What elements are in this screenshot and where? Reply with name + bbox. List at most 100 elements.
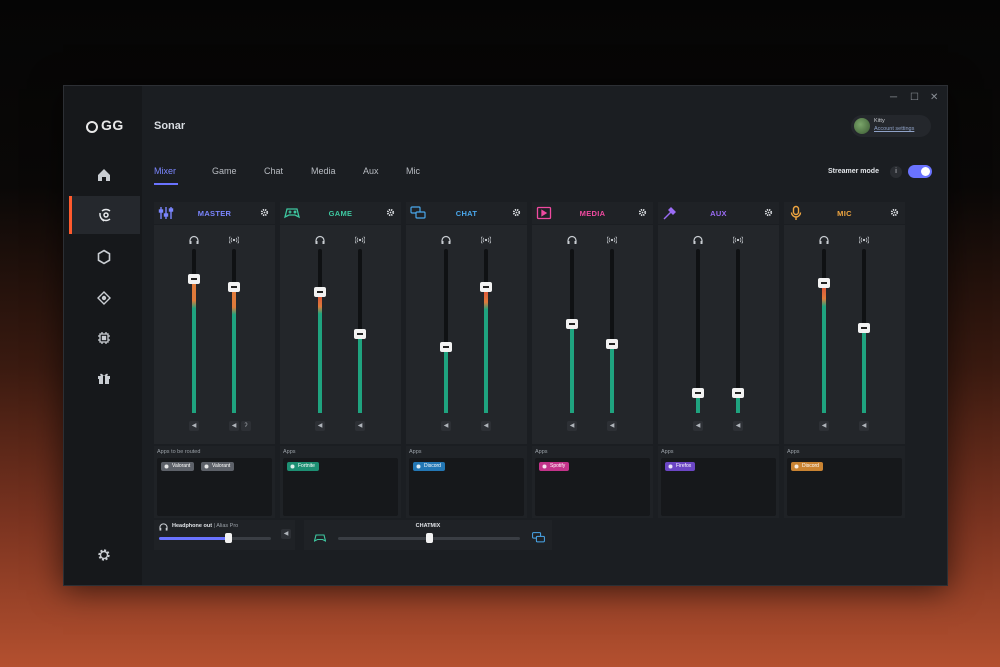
app-chip[interactable]: Fortnite — [287, 462, 319, 471]
volume-slider-track[interactable] — [188, 249, 200, 413]
apps-drop-zone[interactable]: Firefox — [661, 458, 776, 516]
headphone-icon — [189, 235, 199, 244]
sonar-icon[interactable] — [69, 196, 140, 234]
maximize-icon[interactable]: ☐ — [910, 92, 919, 103]
speaker-mute-icon[interactable]: ◀ — [733, 421, 743, 431]
volume-slider-knob[interactable] — [606, 339, 618, 349]
volume-slider-track[interactable] — [440, 249, 452, 413]
channel-meters: ◀ ◀ — [280, 225, 401, 444]
home-icon[interactable] — [70, 156, 138, 194]
separator: | — [213, 523, 215, 529]
info-icon[interactable]: i — [890, 166, 902, 178]
tab-aux[interactable]: Aux — [363, 166, 379, 176]
speaker-mute-icon[interactable]: ◀ — [229, 421, 239, 431]
volume-slider-knob[interactable] — [692, 388, 704, 398]
headphone-speaker-icon[interactable]: ◀ — [281, 529, 291, 539]
volume-slider-knob[interactable] — [228, 282, 240, 292]
volume-slider-track[interactable] — [314, 249, 326, 413]
gift-icon[interactable] — [70, 359, 138, 397]
sidebar: GG — [64, 86, 142, 585]
volume-slider-knob[interactable] — [732, 388, 744, 398]
tab-mixer[interactable]: Mixer — [154, 166, 176, 176]
headphone-volume-knob[interactable] — [225, 533, 232, 543]
speaker-mute-icon[interactable]: ◀ — [441, 421, 451, 431]
volume-slider-knob[interactable] — [566, 319, 578, 329]
hexagon-icon[interactable] — [70, 238, 138, 276]
app-chip[interactable]: Discord — [413, 462, 445, 471]
chat-bubble-icon — [532, 532, 545, 543]
apps-label: Apps — [661, 449, 674, 455]
close-icon[interactable]: ✕ — [930, 92, 938, 103]
tab-media[interactable]: Media — [311, 166, 336, 176]
apps-drop-zone[interactable]: Discord — [409, 458, 524, 516]
account-menu[interactable]: Kitty Account settings — [851, 115, 931, 137]
volume-slider-track[interactable] — [606, 249, 618, 413]
volume-slider-track[interactable] — [228, 249, 240, 413]
apps-drop-zone[interactable]: Spotify — [535, 458, 650, 516]
volume-slider-track[interactable] — [818, 249, 830, 413]
volume-level-fill — [862, 328, 866, 413]
ear-icon[interactable]: ʔ — [241, 421, 251, 431]
apps-drop-zone[interactable]: Valorant Valorant — [157, 458, 272, 516]
chip-icon[interactable] — [70, 319, 138, 357]
volume-slider-knob[interactable] — [480, 282, 492, 292]
tab-mic[interactable]: Mic — [406, 166, 420, 176]
volume-slider-knob[interactable] — [440, 342, 452, 352]
gear-icon[interactable] — [386, 208, 395, 217]
account-settings-link[interactable]: Account settings — [874, 126, 914, 132]
app-chip-label: Firefox — [676, 463, 692, 469]
volume-slider-knob[interactable] — [354, 329, 366, 339]
gear-icon[interactable] — [890, 208, 899, 217]
channel-meters: ◀ ◀ ʔ — [154, 225, 275, 444]
stream-broadcast-icon — [481, 236, 491, 244]
gear-icon[interactable] — [512, 208, 521, 217]
streamer-mode-toggle[interactable] — [908, 165, 932, 178]
channel-name: MASTER — [197, 209, 232, 218]
headphone-volume-slider[interactable] — [159, 533, 271, 543]
speaker-mute-icon[interactable]: ◀ — [693, 421, 703, 431]
speaker-mute-icon[interactable]: ◀ — [355, 421, 365, 431]
speaker-mute-icon[interactable]: ◀ — [607, 421, 617, 431]
apps-drop-zone[interactable]: Discord — [787, 458, 902, 516]
volume-slider-track[interactable] — [692, 249, 704, 413]
volume-slider-track[interactable] — [566, 249, 578, 413]
volume-level-fill — [192, 279, 196, 413]
channel-header: GAME — [280, 202, 401, 224]
speaker-mute-icon[interactable]: ◀ — [189, 421, 199, 431]
speaker-mute-icon[interactable]: ◀ — [481, 421, 491, 431]
volume-slider-knob[interactable] — [858, 323, 870, 333]
channel-name: CHAT — [455, 209, 478, 218]
volume-slider-track[interactable] — [732, 249, 744, 413]
headphone-device-name: Alias Pro — [216, 523, 239, 529]
app-chip[interactable]: Valorant — [161, 462, 195, 471]
chatmix-slider[interactable] — [338, 533, 520, 543]
app-chip[interactable]: Discord — [791, 462, 823, 471]
gear-icon[interactable] — [97, 548, 111, 562]
volume-slider-knob[interactable] — [188, 274, 200, 284]
avatar[interactable] — [854, 118, 870, 134]
app-chip[interactable]: Spotify — [539, 462, 570, 471]
steelseries-logo[interactable]: GG — [86, 117, 124, 133]
volume-slider-track[interactable] — [858, 249, 870, 413]
volume-slider-knob[interactable] — [314, 287, 326, 297]
stream-broadcast-icon — [607, 236, 617, 244]
apps-drop-zone[interactable]: Fortnite — [283, 458, 398, 516]
gear-icon[interactable] — [638, 208, 647, 217]
speaker-mute-icon[interactable]: ◀ — [859, 421, 869, 431]
channel-header: MASTER — [154, 202, 275, 224]
minimize-icon[interactable]: ─ — [890, 92, 897, 103]
chatmix-knob[interactable] — [426, 533, 433, 543]
volume-slider-track[interactable] — [480, 249, 492, 413]
volume-slider-track[interactable] — [354, 249, 366, 413]
gear-icon[interactable] — [764, 208, 773, 217]
speaker-mute-icon[interactable]: ◀ — [819, 421, 829, 431]
gear-icon[interactable] — [260, 208, 269, 217]
gamepad-icon[interactable] — [70, 279, 138, 317]
speaker-mute-icon[interactable]: ◀ — [315, 421, 325, 431]
app-chip[interactable]: Valorant — [201, 462, 235, 471]
speaker-mute-icon[interactable]: ◀ — [567, 421, 577, 431]
tab-game[interactable]: Game — [212, 166, 237, 176]
app-chip[interactable]: Firefox — [665, 462, 696, 471]
volume-slider-knob[interactable] — [818, 278, 830, 288]
tab-chat[interactable]: Chat — [264, 166, 283, 176]
